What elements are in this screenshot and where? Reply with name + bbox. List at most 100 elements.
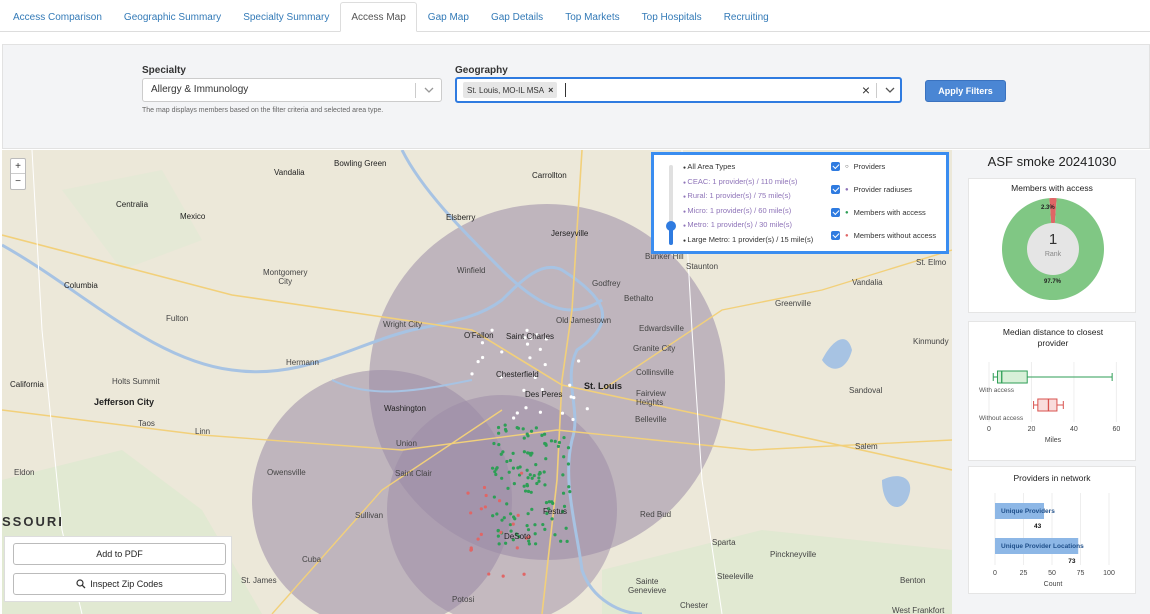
bar-value-label: 43: [1034, 523, 1042, 530]
member-dot: [512, 481, 516, 486]
member-dot: [511, 522, 515, 526]
map-label: Pinckneyville: [770, 550, 817, 559]
member-dot: [562, 455, 566, 459]
area-type-option[interactable]: ● CEAC: 1 provider(s) / 110 mile(s): [683, 177, 797, 186]
checkbox[interactable]: [831, 231, 840, 240]
x-tick-label: 75: [1077, 570, 1085, 577]
member-dot: [507, 470, 511, 474]
member-dot: [491, 514, 495, 518]
map-label: Fulton: [166, 314, 189, 323]
member-dot: [466, 491, 470, 495]
member-dot: [493, 470, 497, 474]
map-label: Hermann: [286, 358, 319, 367]
tab-gap-details[interactable]: Gap Details: [480, 2, 554, 32]
legend-dot-icon: ●: [845, 232, 849, 239]
map-label: West Frankfort: [892, 606, 945, 614]
member-dot: [532, 473, 536, 478]
member-dot: [533, 532, 537, 536]
checkbox[interactable]: [831, 185, 840, 194]
map-label: Chester: [680, 601, 709, 610]
box-iqr: [1037, 398, 1058, 412]
map-label: Centralia: [116, 200, 149, 209]
map-label: Wright City: [383, 320, 422, 329]
chevron-down-icon[interactable]: [423, 84, 435, 96]
member-dot: [469, 511, 473, 515]
map-label: St. Louis: [584, 381, 622, 391]
tab-top-hospitals[interactable]: Top Hospitals: [631, 2, 713, 32]
tab-specialty-summary[interactable]: Specialty Summary: [232, 2, 340, 32]
member-dot: [494, 472, 498, 477]
add-to-pdf-label: Add to PDF: [96, 549, 143, 559]
area-type-label: CEAC: 1 provider(s) / 110 mile(s): [687, 176, 798, 186]
tab-access-comparison[interactable]: Access Comparison: [2, 2, 113, 32]
member-dot: [528, 356, 532, 360]
checkbox[interactable]: [831, 162, 840, 171]
member-dot: [480, 341, 485, 345]
member-dot: [572, 395, 576, 400]
member-dot: [553, 439, 557, 443]
zoom-out-button[interactable]: −: [11, 174, 25, 189]
apply-filters-button[interactable]: Apply Filters: [925, 80, 1006, 102]
specialty-select[interactable]: Allergy & Immunology: [142, 78, 442, 102]
clear-icon[interactable]: ×: [862, 82, 870, 98]
member-dot: [544, 457, 548, 461]
map-label: Owensville: [267, 468, 306, 477]
tab-geographic-summary[interactable]: Geographic Summary: [113, 2, 232, 32]
map-label: Jefferson City: [94, 397, 155, 407]
zoom-in-button[interactable]: +: [11, 159, 25, 174]
member-dot: [576, 359, 581, 363]
tab-access-map[interactable]: Access Map: [340, 2, 417, 32]
member-dot: [530, 507, 534, 511]
map-label: Greenville: [775, 299, 812, 308]
member-dot: [525, 432, 529, 436]
checkbox[interactable]: [831, 208, 840, 217]
member-dot: [516, 426, 521, 430]
member-dot: [526, 512, 530, 516]
member-dot: [525, 524, 529, 528]
area-type-option[interactable]: ● All Area Types: [683, 162, 735, 171]
add-to-pdf-button[interactable]: Add to PDF: [13, 543, 226, 565]
remove-chip-icon[interactable]: ×: [548, 85, 553, 95]
area-type-option[interactable]: ● Micro: 1 provider(s) / 60 mile(s): [683, 206, 791, 215]
member-dot: [567, 485, 571, 489]
x-tick-label: 20: [1028, 426, 1036, 433]
map-label: Vandalia: [274, 168, 305, 177]
member-dot: [529, 453, 533, 457]
tab-recruiting[interactable]: Recruiting: [713, 2, 780, 32]
tab-top-markets[interactable]: Top Markets: [554, 2, 630, 32]
member-dot: [500, 350, 504, 354]
map-label: Cuba: [302, 555, 322, 564]
member-dot: [497, 499, 502, 503]
map-label: Sparta: [712, 538, 736, 547]
members-with-access-card: Members with access 1 Rank 2.3% 97.7%: [968, 178, 1136, 313]
layer-toggle[interactable]: ○ Providers: [831, 162, 885, 171]
map-label: California: [10, 380, 44, 389]
map-label: Belleville: [635, 415, 667, 424]
area-type-option[interactable]: ● Large Metro: 1 provider(s) / 15 mile(s…: [683, 235, 813, 244]
layer-toggle[interactable]: ● Provider radiuses: [831, 185, 912, 194]
layer-toggle[interactable]: ● Members without access: [831, 231, 936, 240]
geography-select[interactable]: St. Louis, MO-IL MSA × ×: [455, 77, 902, 103]
member-dot: [511, 466, 516, 470]
member-dot: [497, 442, 501, 447]
tab-gap-map[interactable]: Gap Map: [417, 2, 480, 32]
x-tick-label: 25: [1020, 570, 1028, 577]
member-dot: [476, 537, 480, 541]
map-label: Montgomery City: [263, 268, 308, 286]
inspect-zip-codes-button[interactable]: Inspect Zip Codes: [13, 573, 226, 595]
area-type-option[interactable]: ● Rural: 1 provider(s) / 75 mile(s): [683, 191, 791, 200]
member-dot: [512, 515, 516, 519]
legend-dot-icon: ●: [845, 209, 849, 216]
member-dot: [496, 529, 500, 533]
member-dot: [483, 505, 487, 509]
layer-toggle[interactable]: ● Members with access: [831, 208, 926, 217]
map-label: Benton: [900, 576, 926, 585]
member-dot: [508, 458, 513, 463]
map-label: Bethalto: [624, 294, 654, 303]
map-label: Old Jamestown: [556, 316, 612, 325]
chevron-down-icon[interactable]: [884, 84, 896, 96]
area-type-slider-handle[interactable]: [666, 221, 676, 231]
map-label: Godfrey: [592, 279, 621, 288]
member-dot: [559, 539, 563, 543]
area-type-option[interactable]: ● Metro: 1 provider(s) / 30 mile(s): [683, 220, 792, 229]
